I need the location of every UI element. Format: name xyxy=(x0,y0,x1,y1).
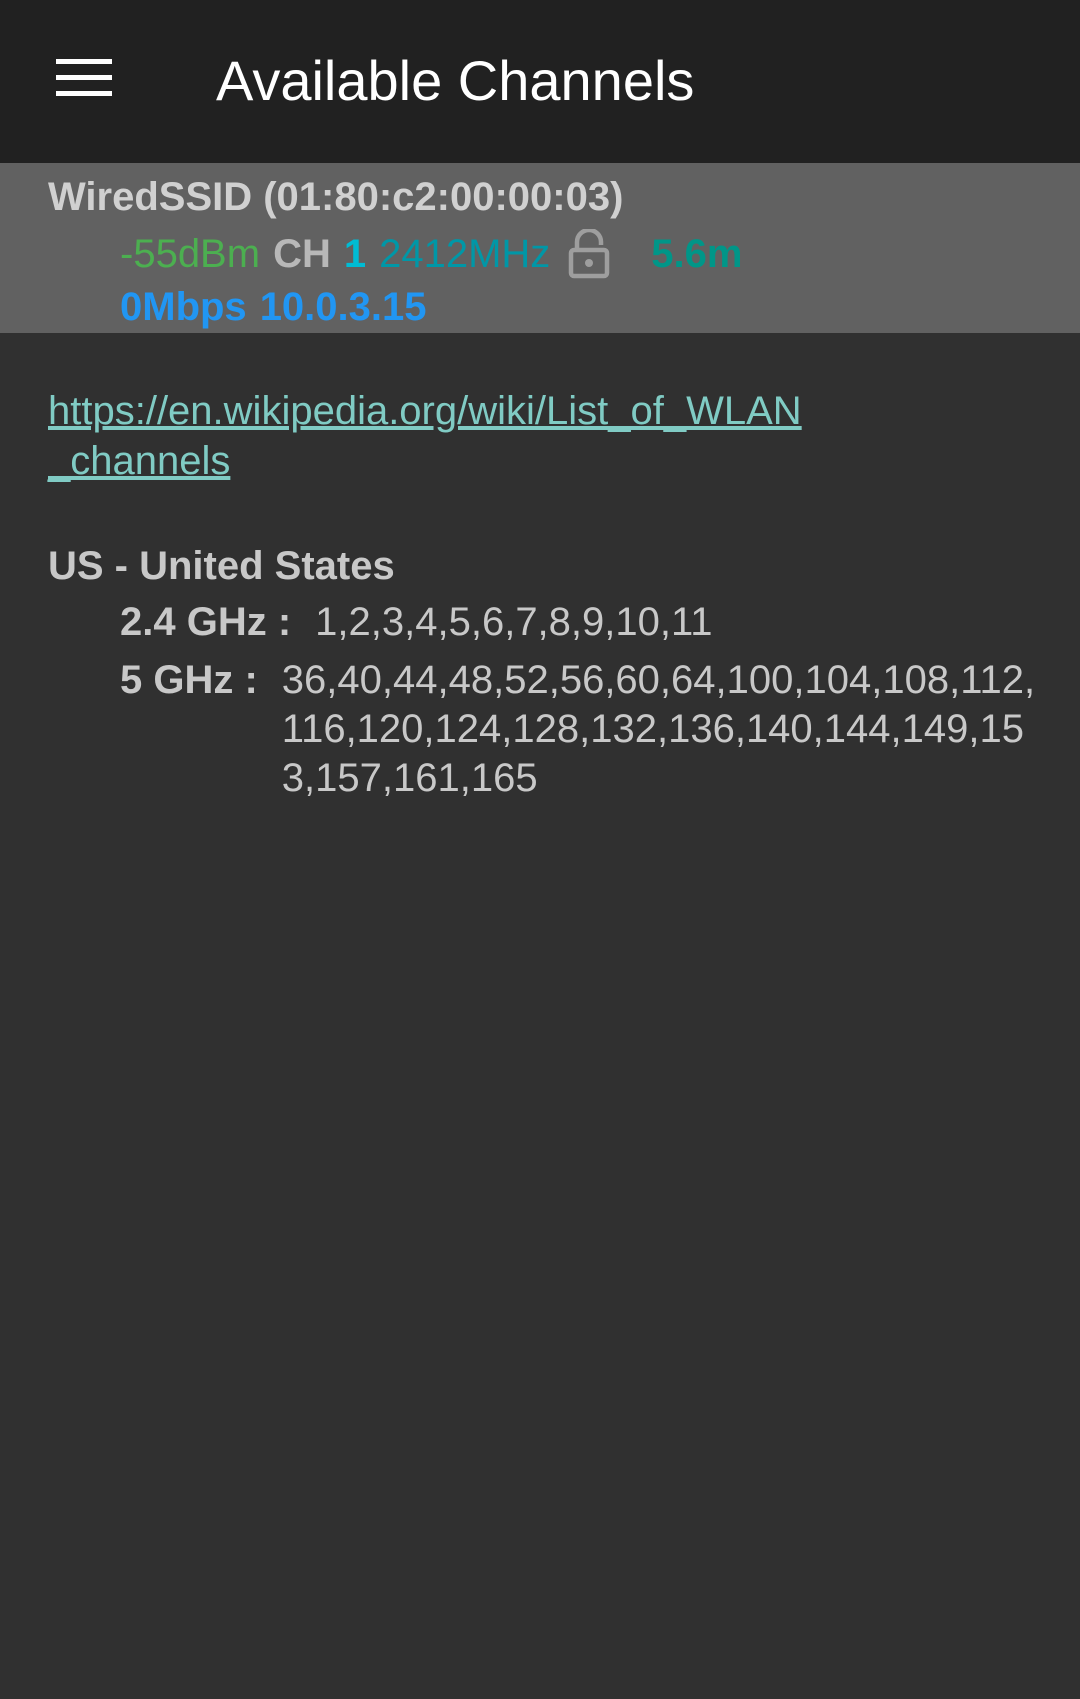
ssid-label: WiredSSID (01:80:c2:00:00:03) xyxy=(48,175,624,219)
band-label: 2.4 GHz : xyxy=(120,600,292,644)
wikipedia-link[interactable]: https://en.wikipedia.org/wiki/List_of_WL… xyxy=(48,386,808,486)
channel-number: 1 xyxy=(343,232,367,276)
distance-value: 5.6m xyxy=(651,232,743,276)
app-bar: Available Channels xyxy=(0,0,1080,163)
channel-label: CH xyxy=(273,232,331,276)
country-title: US - United States xyxy=(48,544,395,588)
link-speed: 0Mbps xyxy=(120,284,247,329)
lock-open-icon xyxy=(569,229,610,279)
navigation-menu-button[interactable] xyxy=(40,40,128,116)
menu-icon xyxy=(56,59,112,97)
link-details: 0Mbps 10.0.3.15 xyxy=(120,281,440,333)
frequency-value: 2412MHz xyxy=(379,232,551,276)
ip-address: 10.0.3.15 xyxy=(259,284,427,329)
band-row-2-4ghz: 2.4 GHz : 1,2,3,4,5,6,7,8,9,10,11 xyxy=(120,598,713,647)
band-row-5ghz: 5 GHz : 36,40,44,48,52,56,60,64,100,104,… xyxy=(120,656,1042,803)
band-channels: 1,2,3,4,5,6,7,8,9,10,11 xyxy=(315,600,713,644)
connection-info-card[interactable]: WiredSSID (01:80:c2:00:00:03) -55dBm CH … xyxy=(0,163,1080,333)
band-label: 5 GHz : xyxy=(120,658,258,702)
signal-level: -55dBm xyxy=(120,232,261,276)
signal-details: -55dBm CH 1 2412MHz 5.6m xyxy=(120,225,755,283)
page-title: Available Channels xyxy=(216,49,695,112)
band-channels: 36,40,44,48,52,56,60,64,100,104,108,112,… xyxy=(281,658,1036,800)
